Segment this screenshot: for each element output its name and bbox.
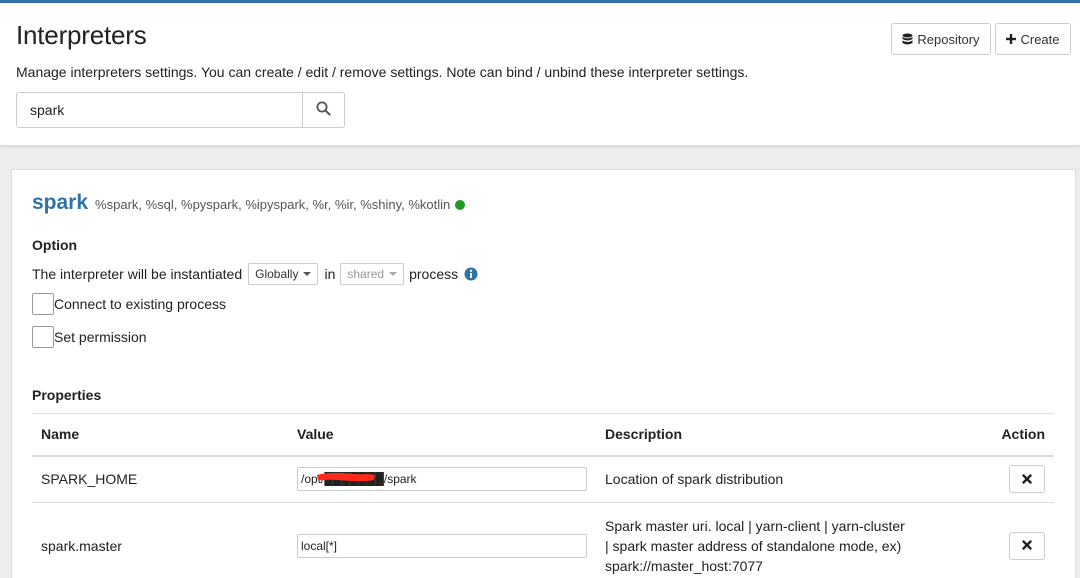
- property-value-input[interactable]: [297, 533, 587, 558]
- property-value-wrapper: [297, 467, 587, 492]
- delete-property-button[interactable]: [1009, 531, 1045, 560]
- column-header-action: Action: [952, 413, 1054, 457]
- create-button[interactable]: Create: [995, 23, 1071, 55]
- scope-select[interactable]: Globally: [248, 263, 319, 285]
- property-description: Spark master uri. local | yarn-client | …: [605, 517, 905, 574]
- close-icon: [1022, 538, 1032, 553]
- connect-existing-checkbox[interactable]: [32, 293, 54, 315]
- option-title: Option: [32, 237, 78, 253]
- property-name: SPARK_HOME: [32, 455, 288, 503]
- info-circle-icon[interactable]: [464, 267, 478, 281]
- create-button-label: Create: [1020, 31, 1060, 47]
- plus-icon: [1006, 34, 1017, 44]
- page-header: Interpreters Manage interpreters setting…: [0, 3, 1080, 145]
- column-header-description: Description: [596, 413, 952, 457]
- interpreter-bindings: %spark, %sql, %pyspark, %ipyspark, %r, %…: [95, 197, 451, 212]
- search-button[interactable]: [302, 93, 344, 127]
- column-header-name: Name: [32, 413, 288, 457]
- table-row: SPARK_HOME Location of spark distributio…: [32, 455, 1054, 503]
- set-permission-checkbox[interactable]: [32, 326, 54, 348]
- table-row: spark.master Spark master uri. local | y…: [32, 502, 1054, 578]
- connect-existing-label: Connect to existing process: [54, 296, 226, 312]
- properties-table: Name Value Description Action SPARK_HOME…: [32, 413, 1054, 578]
- property-value-input[interactable]: [297, 467, 587, 492]
- database-icon: [902, 33, 913, 46]
- caret-down-icon: [389, 272, 398, 276]
- property-name: spark.master: [32, 502, 288, 578]
- set-permission-option: Set permission: [32, 326, 147, 348]
- interpreter-panel: spark %spark, %sql, %pyspark, %ipyspark,…: [11, 169, 1076, 578]
- properties-title: Properties: [32, 387, 102, 403]
- table-header-row: Name Value Description Action: [32, 413, 1054, 457]
- status-running-dot: [455, 199, 466, 210]
- instantiate-label: The interpreter will be instantiated: [32, 266, 243, 282]
- delete-property-button[interactable]: [1009, 465, 1045, 494]
- search-icon: [316, 101, 331, 119]
- property-description: Location of spark distribution: [596, 455, 952, 503]
- process-label: process: [409, 266, 459, 282]
- instantiation-row: The interpreter will be instantiated Glo…: [32, 263, 478, 285]
- interpreter-heading: spark %spark, %sql, %pyspark, %ipyspark,…: [32, 191, 466, 215]
- interpreter-name: spark: [32, 191, 89, 214]
- close-icon: [1022, 472, 1032, 487]
- page-subtitle: Manage interpreters settings. You can cr…: [16, 64, 749, 80]
- column-header-value: Value: [288, 413, 596, 457]
- search-input[interactable]: [17, 93, 303, 127]
- scope-select-value: Globally: [255, 267, 299, 281]
- caret-down-icon: [303, 272, 312, 276]
- search-group: [16, 92, 345, 128]
- mode-select-value: shared: [347, 267, 385, 281]
- page-title: Interpreters: [16, 20, 147, 50]
- repository-button-label: Repository: [917, 31, 980, 47]
- mode-select[interactable]: shared: [340, 263, 405, 285]
- connect-existing-option: Connect to existing process: [32, 293, 226, 315]
- set-permission-label: Set permission: [54, 329, 147, 345]
- repository-button[interactable]: Repository: [891, 23, 991, 55]
- in-label: in: [324, 266, 336, 282]
